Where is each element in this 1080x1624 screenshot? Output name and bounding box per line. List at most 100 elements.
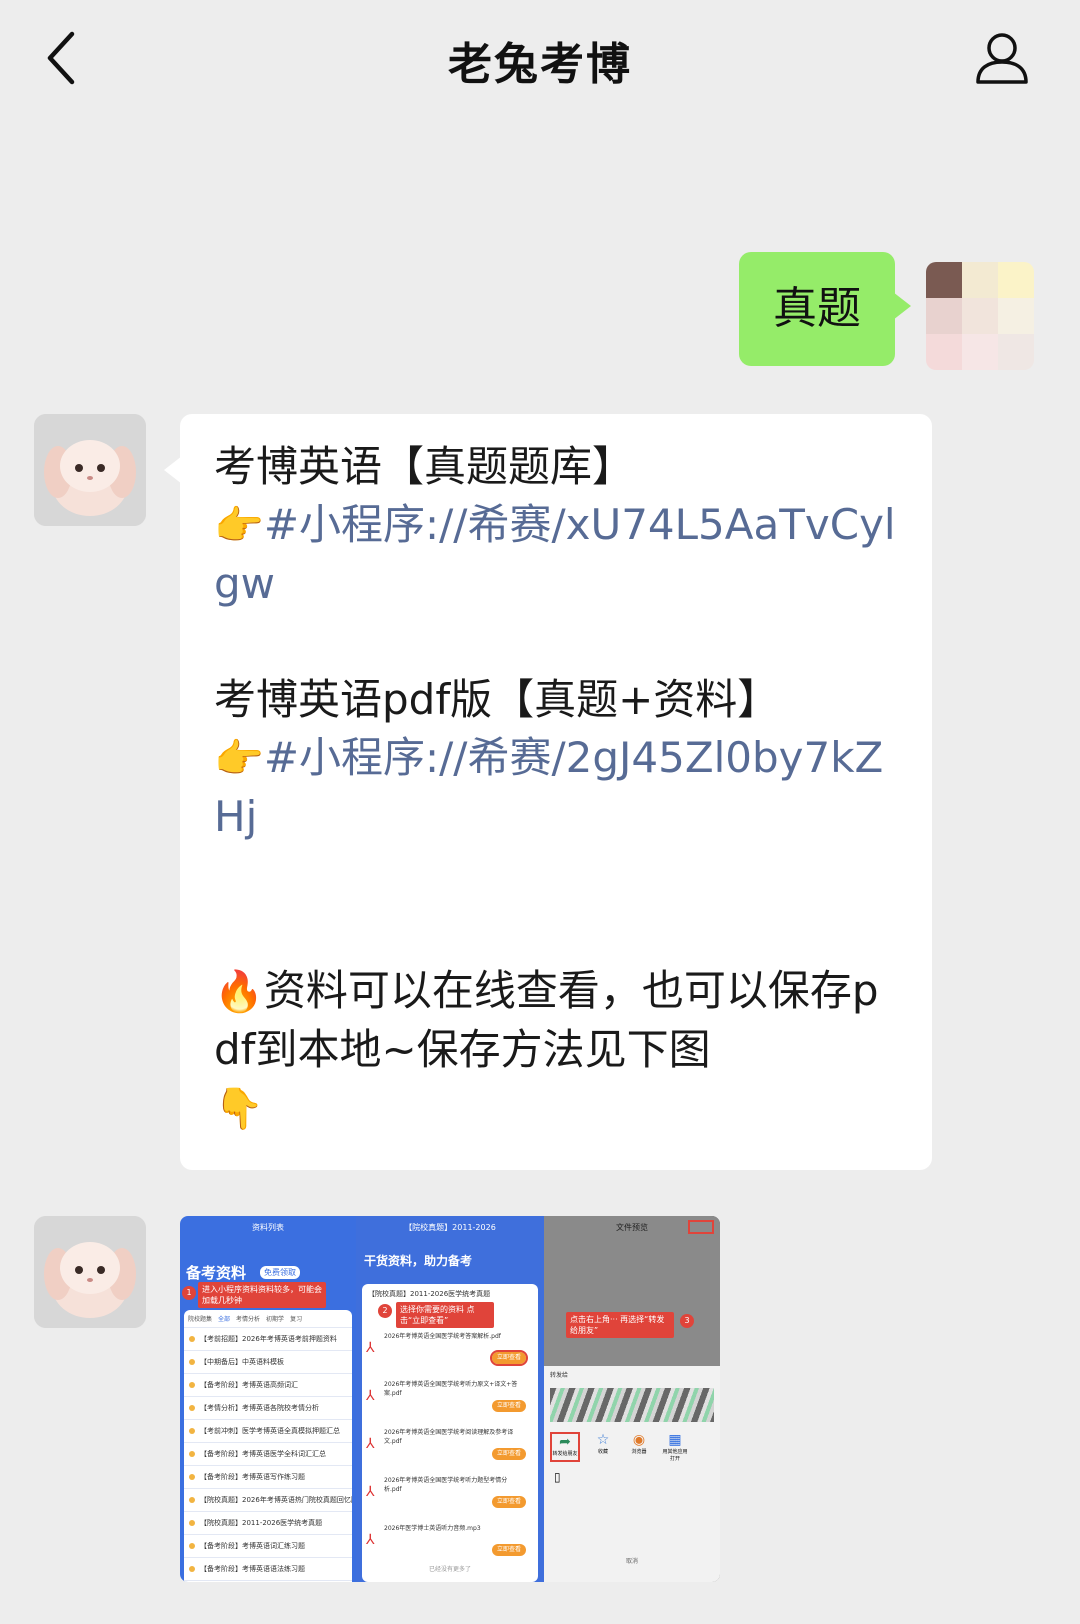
pdf-icon: ⅄ <box>366 1388 375 1404</box>
view-button[interactable]: 立即查看 <box>492 1400 526 1412</box>
screenshot-panel-file-list: 【院校真题】2011-2026 干货资料，助力备考 【院校真题】2011-202… <box>356 1216 544 1582</box>
panel1-tabs: 院校题集 全部 考情分析 初期学 复习 <box>184 1310 352 1328</box>
list-item[interactable]: 【院校真题】2026年考博英语热门院校真题回忆版 <box>184 1489 352 1512</box>
action-label: 用其他应用打开 <box>662 1449 688 1462</box>
step-1-note: 进入小程序资料资料较多，可能会加载几秒钟 <box>198 1282 326 1308</box>
screenshot-panel-resource-list: 资料列表 备考资料 免费领取 1 进入小程序资料资料较多，可能会加载几秒钟 院校… <box>180 1216 356 1582</box>
panel2-card-title: 【院校真题】2011-2026医学统考真题 <box>368 1290 491 1298</box>
view-button-highlighted[interactable]: 立即查看 <box>490 1350 528 1366</box>
panel2-file-card: 【院校真题】2011-2026医学统考真题 2 选择你需要的资料 点击“立即查看… <box>362 1284 538 1582</box>
list-item[interactable]: 【备考阶段】考博英语语法练习题 <box>184 1558 352 1581</box>
action-label: 收藏 <box>597 1449 608 1455</box>
view-button[interactable]: 立即查看 <box>492 1544 526 1556</box>
open-with-action[interactable]: ▦ 用其他应用打开 <box>662 1432 688 1462</box>
file-name: 2026年考博英语全国医学统考听力原文+译文+答案.pdf <box>384 1381 518 1397</box>
panel3-document: 文件预览 点击右上角··· 再选择“转发给朋友” 3 <box>544 1216 720 1366</box>
file-row[interactable]: ⅄ 2026年考博英语全国医学统考听力原文+译文+答案.pdf 立即查看 <box>362 1376 530 1420</box>
windows-icon: ▦ <box>668 1432 682 1448</box>
panel1-nav-title: 资料列表 <box>252 1223 284 1232</box>
more-menu-highlight[interactable] <box>688 1220 714 1234</box>
top-bar: 老兔考博 <box>0 0 1080 120</box>
star-icon: ☆ <box>596 1432 610 1448</box>
blurred-contacts <box>550 1388 714 1422</box>
list-item[interactable]: 【备考阶段】考博英语高频词汇 <box>184 1374 352 1397</box>
file-row[interactable]: ⅄ 2026年医学博士英语听力音频.mp3 立即查看 <box>362 1520 530 1564</box>
list-item[interactable]: 【考前招题】2026年考博英语考前押题资料 <box>184 1328 352 1351</box>
view-button[interactable]: 立即查看 <box>492 1496 526 1508</box>
panel1-tab-active[interactable]: 全部 <box>218 1314 230 1323</box>
list-item[interactable]: 【备考阶段】考博英语词汇练习题 <box>184 1535 352 1558</box>
pointing-right-icon: 👉 <box>214 503 264 549</box>
profile-icon[interactable] <box>972 28 1032 88</box>
step-2-badge: 2 <box>378 1304 392 1318</box>
pointing-right-icon: 👉 <box>214 736 264 782</box>
favorite-action[interactable]: ☆ 收藏 <box>590 1432 616 1462</box>
panel1-tab[interactable]: 考情分析 <box>236 1314 260 1323</box>
my-message-row: 真题 <box>0 252 1080 372</box>
forward-to-friend-action[interactable]: ➦ 转发给朋友 <box>550 1432 580 1462</box>
forward-icon: ➦ <box>559 1434 571 1450</box>
panel1-tab[interactable]: 复习 <box>290 1314 302 1323</box>
share-actions: ➦ 转发给朋友 ☆ 收藏 ◉ 浏览器 ▦ 用其他应用打开 <box>544 1424 720 1470</box>
miniprogram-link-1[interactable]: 👉#小程序://希赛/xU74L5AaTvCylgw <box>214 496 898 613</box>
panel1-banner: 备考资料 <box>186 1264 247 1282</box>
file-name: 2026年考博英语全国医学统考阅读理解及参考译文.pdf <box>384 1429 514 1445</box>
reply-message-bubble[interactable]: 考博英语【真题题库】 👉#小程序://希赛/xU74L5AaTvCylgw 考博… <box>164 414 932 1170</box>
pdf-icon: ⅄ <box>366 1436 375 1452</box>
miniprogram-link-1-text[interactable]: #小程序://希赛/xU74L5AaTvCylgw <box>214 500 896 608</box>
share-sheet-label: 转发给 <box>550 1372 569 1379</box>
file-name: 2026年医学博士英语听力音频.mp3 <box>384 1525 481 1532</box>
file-row[interactable]: ⅄ 2026年考博英语全国医学统考阅读理解及参考译文.pdf 立即查看 <box>362 1424 530 1468</box>
panel1-tab[interactable]: 院校题集 <box>188 1314 212 1323</box>
action-label: 浏览器 <box>631 1449 647 1455</box>
my-avatar[interactable] <box>926 262 1034 370</box>
cancel-button[interactable]: 取消 <box>544 1556 720 1568</box>
contact-avatar[interactable] <box>34 1216 146 1328</box>
save-note: 🔥资料可以在线查看，也可以保存pdf到本地~保存方法见下图 <box>214 962 898 1079</box>
message-heading-1: 考博英语【真题题库】 <box>214 442 635 491</box>
panel1-banner-tag: 免费领取 <box>260 1266 300 1279</box>
view-button[interactable]: 立即查看 <box>492 1448 526 1460</box>
list-item[interactable]: 【考情分析】考博英语各院校考情分析 <box>184 1397 352 1420</box>
panel1-tab[interactable]: 初期学 <box>266 1314 284 1323</box>
panel1-list: 院校题集 全部 考情分析 初期学 复习 【考前招题】2026年考博英语考前押题资… <box>184 1310 352 1582</box>
browser-action[interactable]: ◉ 浏览器 <box>626 1432 652 1462</box>
pdf-icon: ⅄ <box>366 1532 375 1548</box>
file-row[interactable]: ⅄ 2026年考博英语全国医学统考听力题型考情分析.pdf 立即查看 <box>362 1472 530 1516</box>
miniprogram-link-2-text[interactable]: #小程序://希赛/2gJ45Zl0by7kZHj <box>214 733 883 841</box>
file-row[interactable]: ⅄ 2026年考博英语全国医学统考答案解析.pdf 立即查看 <box>362 1328 530 1372</box>
file-name: 2026年考博英语全国医学统考听力题型考情分析.pdf <box>384 1477 508 1493</box>
copy-icon[interactable]: ▯ <box>544 1470 720 1484</box>
save-note-text: 资料可以在线查看，也可以保存pdf到本地~保存方法见下图 <box>214 966 879 1074</box>
list-item[interactable]: 【备考阶段】考博英语医学全科词汇汇总 <box>184 1443 352 1466</box>
tutorial-image-message[interactable]: 资料列表 备考资料 免费领取 1 进入小程序资料资料较多，可能会加载几秒钟 院校… <box>180 1216 720 1582</box>
list-item[interactable]: 【中期备后】中英语料模板 <box>184 1351 352 1374</box>
pdf-icon: ⅄ <box>366 1484 375 1500</box>
miniprogram-link-2[interactable]: 👉#小程序://希赛/2gJ45Zl0by7kZHj <box>214 729 898 846</box>
list-item[interactable]: 【备考阶段】考博英语写作练习题 <box>184 1466 352 1489</box>
pointing-down-icon: 👇 <box>214 1086 264 1132</box>
message-heading-2: 考博英语pdf版【真题+资料】 <box>214 675 780 724</box>
my-message-bubble[interactable]: 真题 <box>739 252 911 366</box>
browser-icon: ◉ <box>632 1432 646 1448</box>
step-2-note: 选择你需要的资料 点击“立即查看” <box>396 1302 494 1328</box>
pdf-icon: ⅄ <box>366 1340 375 1356</box>
list-item[interactable]: 【考前冲刺】医学考博英语全真模拟押题汇总 <box>184 1420 352 1443</box>
action-label: 转发给朋友 <box>552 1451 578 1457</box>
panel2-footer: 已经没有更多了 <box>428 1566 471 1573</box>
step-1-badge: 1 <box>182 1286 196 1300</box>
step-3-note: 点击右上角··· 再选择“转发给朋友” <box>566 1312 674 1338</box>
list-item[interactable]: 【院校真题】2011-2026医学统考真题 <box>184 1512 352 1535</box>
chat-title: 老兔考博 <box>448 39 632 90</box>
panel2-banner: 干货资料，助力备考 <box>364 1254 473 1268</box>
screenshot-panel-file-preview: 文件预览 点击右上角··· 再选择“转发给朋友” 3 转发给 ➦ 转发给朋友 ☆… <box>544 1216 720 1582</box>
step-3-badge: 3 <box>680 1314 694 1328</box>
share-sheet: 转发给 ➦ 转发给朋友 ☆ 收藏 ◉ 浏览器 ▦ 用其他应用打开 ▯ 取消 <box>544 1366 720 1582</box>
contact-avatar[interactable] <box>34 414 146 526</box>
point-down: 👇 <box>214 1079 898 1138</box>
fire-icon: 🔥 <box>214 969 264 1015</box>
panel2-nav-title: 【院校真题】2011-2026 <box>404 1223 496 1232</box>
